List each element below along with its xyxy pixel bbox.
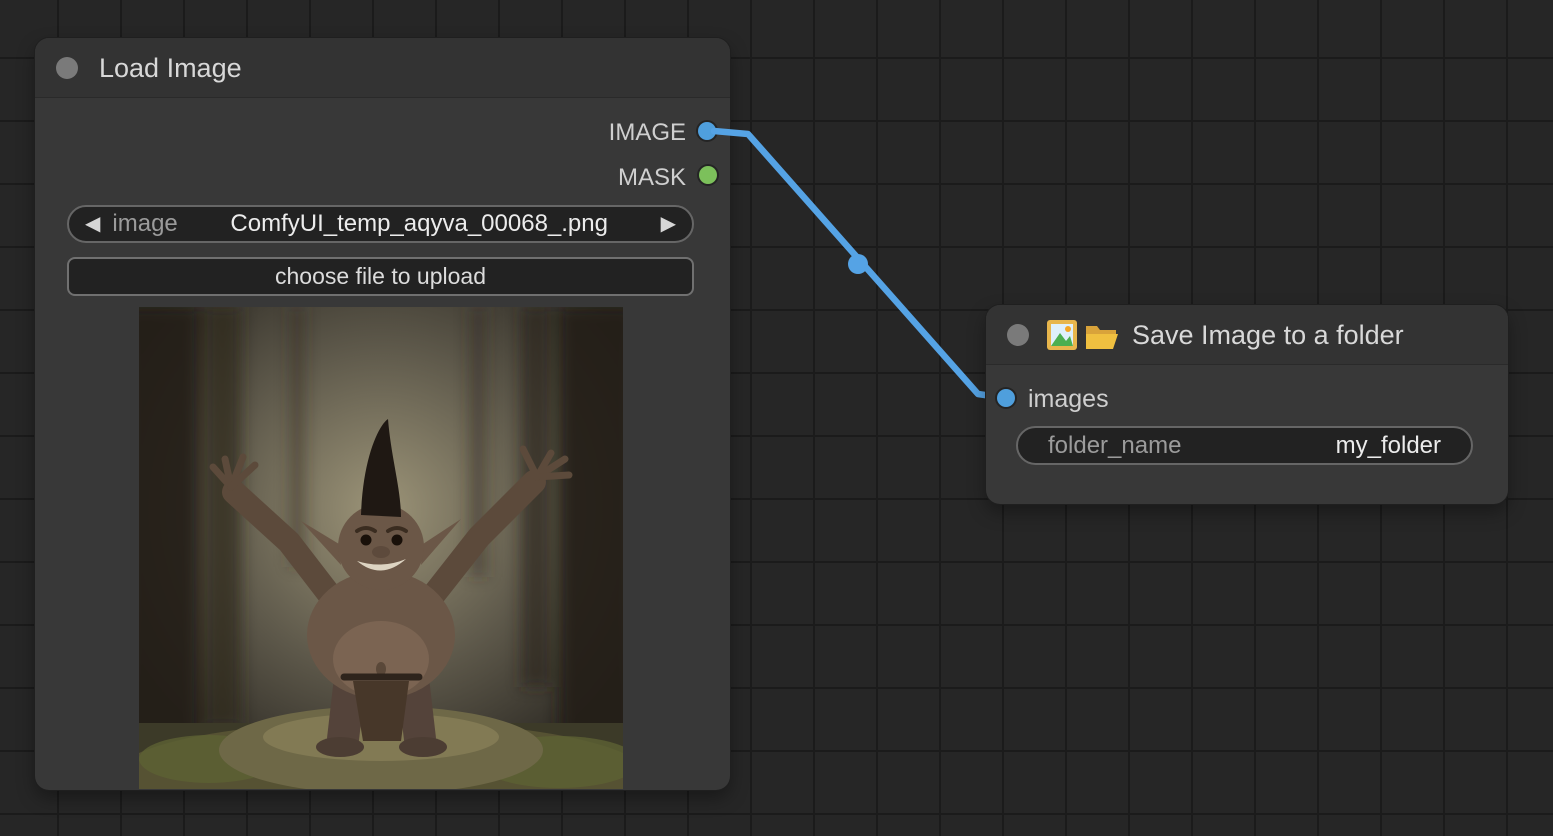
output-label-image: IMAGE <box>609 119 686 147</box>
save-node-title-bar[interactable]: Save Image to a folder <box>986 305 1508 365</box>
node-graph-canvas[interactable]: Load Image IMAGE MASK ◀ image ComfyUI_te… <box>0 0 1553 836</box>
node-save-image-to-folder[interactable]: Save Image to a folder images folder_nam… <box>986 305 1508 504</box>
folder-icon <box>1084 322 1120 350</box>
node-title: Save Image to a folder <box>1132 320 1404 351</box>
troll-image <box>139 307 623 789</box>
combo-value: ComfyUI_temp_aqyva_00068_.png <box>178 210 661 238</box>
output-label-mask: MASK <box>618 164 686 192</box>
load-image-title-bar[interactable]: Load Image <box>35 38 730 98</box>
output-slot-image[interactable] <box>698 122 716 140</box>
node-title: Load Image <box>99 53 242 84</box>
combo-label: image <box>112 210 177 238</box>
collapse-dot[interactable] <box>56 57 78 79</box>
node-load-image[interactable]: Load Image IMAGE MASK ◀ image ComfyUI_te… <box>35 38 730 790</box>
folder-name-value: my_folder <box>1336 432 1441 460</box>
image-link[interactable] <box>714 131 1005 398</box>
folder-name-widget[interactable]: folder_name my_folder <box>1016 426 1473 465</box>
combo-right-arrow-icon[interactable]: ▶ <box>661 214 676 234</box>
input-label-images: images <box>1028 385 1109 414</box>
choose-file-button[interactable]: choose file to upload <box>67 257 694 296</box>
image-preview <box>139 307 623 789</box>
picture-icon <box>1046 319 1078 351</box>
combo-left-arrow-icon[interactable]: ◀ <box>85 214 100 234</box>
link-midpoint-dot[interactable] <box>848 254 868 274</box>
choose-file-button-label: choose file to upload <box>275 263 486 290</box>
collapse-dot[interactable] <box>1007 324 1029 346</box>
input-slot-images[interactable] <box>997 389 1015 407</box>
image-combo-widget[interactable]: ◀ image ComfyUI_temp_aqyva_00068_.png ▶ <box>67 205 694 243</box>
folder-name-label: folder_name <box>1048 432 1181 460</box>
output-slot-mask[interactable] <box>699 166 717 184</box>
